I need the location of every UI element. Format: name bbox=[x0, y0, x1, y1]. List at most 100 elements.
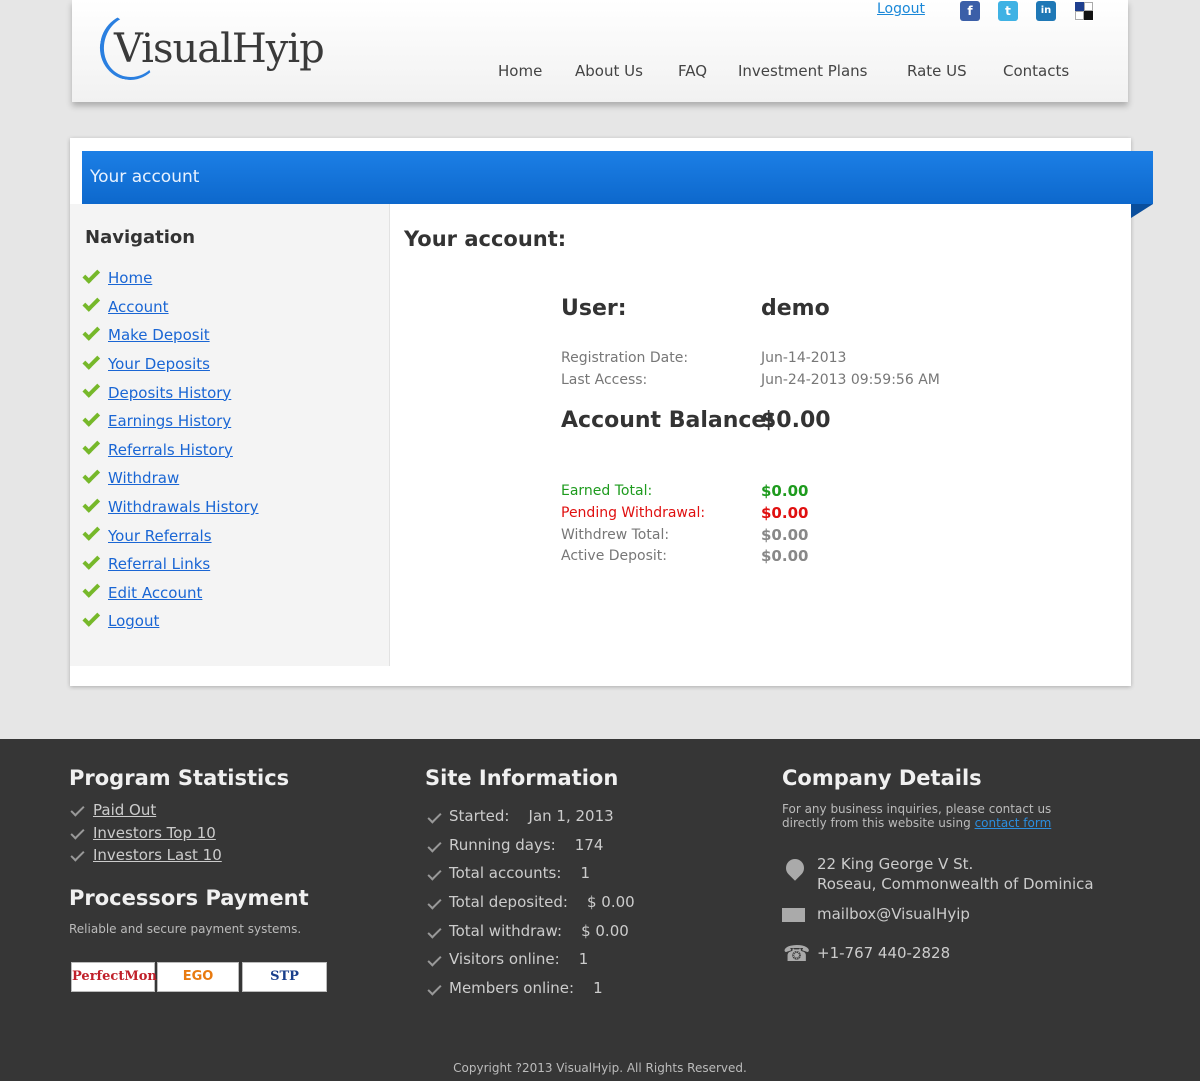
check-icon bbox=[82, 437, 101, 456]
sidebar: Navigation Home Account Make Deposit You… bbox=[70, 204, 390, 666]
site-info-started: Started: Jan 1, 2013 bbox=[449, 807, 614, 825]
nav-about-us[interactable]: About Us bbox=[575, 62, 643, 80]
investors-last-link[interactable]: Investors Last 10 bbox=[93, 846, 222, 864]
copyright: Copyright ?2013 VisualHyip. All Rights R… bbox=[453, 1061, 747, 1075]
user-value: demo bbox=[761, 296, 830, 321]
company-text-line2-text: directly from this website using bbox=[782, 816, 971, 830]
sidebar-item-logout[interactable]: Logout bbox=[82, 607, 259, 636]
active-deposit-value: $0.00 bbox=[761, 547, 809, 565]
facebook-icon[interactable]: f bbox=[960, 1, 980, 21]
check-icon bbox=[427, 924, 442, 939]
sidebar-item-deposits-history[interactable]: Deposits History bbox=[82, 378, 259, 407]
check-icon bbox=[70, 825, 85, 840]
company-text-line1: For any business inquiries, please conta… bbox=[782, 802, 1052, 816]
check-icon bbox=[82, 551, 101, 570]
user-label: User: bbox=[561, 296, 627, 321]
site-info-visitors-online: Visitors online: 1 bbox=[449, 950, 589, 968]
sidebar-item-your-deposits[interactable]: Your Deposits bbox=[82, 350, 259, 379]
sidebar-title: Navigation bbox=[85, 227, 196, 248]
sidebar-item-your-referrals[interactable]: Your Referrals bbox=[82, 521, 259, 550]
account-card: Your account Navigation Home Account Mak… bbox=[70, 138, 1153, 686]
check-icon bbox=[82, 380, 101, 398]
sidebar-link[interactable]: Withdrawals History bbox=[108, 498, 259, 516]
sidebar-link[interactable]: Withdraw bbox=[108, 469, 179, 487]
processors-payment-title: Processors Payment bbox=[69, 886, 309, 910]
check-icon bbox=[82, 265, 101, 284]
twitter-icon[interactable]: t bbox=[998, 1, 1018, 21]
nav-home[interactable]: Home bbox=[498, 62, 542, 80]
company-details-title: Company Details bbox=[782, 766, 982, 790]
check-icon bbox=[427, 866, 442, 881]
sidebar-link[interactable]: Logout bbox=[108, 612, 159, 630]
ribbon-fold bbox=[1131, 204, 1153, 218]
sidebar-item-home[interactable]: Home bbox=[82, 264, 259, 293]
email-text: mailbox@VisualHyip bbox=[817, 905, 970, 923]
sidebar-item-account[interactable]: Account bbox=[82, 293, 259, 322]
sidebar-link[interactable]: Referral Links bbox=[108, 555, 210, 573]
processors-text: Reliable and secure payment systems. bbox=[69, 922, 302, 936]
sidebar-item-withdrawals-history[interactable]: Withdrawals History bbox=[82, 493, 259, 522]
sidebar-link[interactable]: Your Referrals bbox=[108, 527, 212, 545]
site-information-title: Site Information bbox=[425, 766, 619, 790]
check-icon bbox=[427, 809, 442, 824]
nav-faq[interactable]: FAQ bbox=[678, 62, 707, 80]
sidebar-link[interactable]: Home bbox=[108, 269, 152, 287]
sidebar-link[interactable]: Referrals History bbox=[108, 441, 233, 459]
sidebar-list: Home Account Make Deposit Your Deposits … bbox=[82, 264, 259, 636]
sidebar-link[interactable]: Deposits History bbox=[108, 384, 231, 402]
sidebar-link[interactable]: Your Deposits bbox=[108, 355, 210, 373]
nav-contacts[interactable]: Contacts bbox=[1003, 62, 1069, 80]
site-info-total-accounts: Total accounts: 1 bbox=[449, 864, 591, 882]
check-icon bbox=[427, 895, 442, 910]
active-deposit-label: Active Deposit: bbox=[561, 548, 667, 564]
check-icon bbox=[82, 323, 101, 341]
sidebar-link[interactable]: Account bbox=[108, 298, 169, 316]
page-title-ribbon: Your account bbox=[82, 151, 1153, 204]
main-nav: Home About Us FAQ Investment Plans Rate … bbox=[72, 62, 1128, 82]
site-info-total-withdraw: Total withdraw: $ 0.00 bbox=[449, 922, 629, 940]
pending-withdrawal-value: $0.00 bbox=[761, 504, 809, 522]
check-icon bbox=[70, 847, 85, 862]
withdrew-total-label: Withdrew Total: bbox=[561, 527, 670, 543]
account-balance-value: $0.00 bbox=[761, 408, 831, 433]
sidebar-link[interactable]: Make Deposit bbox=[108, 326, 210, 344]
linkedin-icon[interactable]: in bbox=[1036, 1, 1056, 21]
check-icon bbox=[427, 952, 442, 967]
paid-out-link[interactable]: Paid Out bbox=[93, 801, 156, 819]
phone-text: +1-767 440-2828 bbox=[817, 944, 951, 962]
sidebar-item-make-deposit[interactable]: Make Deposit bbox=[82, 321, 259, 350]
investors-top-link[interactable]: Investors Top 10 bbox=[93, 824, 216, 842]
last-access-label: Last Access: bbox=[561, 372, 648, 388]
account-balance-label: Account Balance: bbox=[561, 408, 776, 433]
ego-logo[interactable]: EGO bbox=[157, 962, 239, 992]
mail-icon bbox=[782, 908, 805, 922]
solid-trust-pay-logo[interactable]: STP bbox=[242, 962, 327, 992]
sidebar-item-withdraw[interactable]: Withdraw bbox=[82, 464, 259, 493]
nav-investment-plans[interactable]: Investment Plans bbox=[738, 62, 867, 80]
check-icon bbox=[82, 351, 101, 370]
site-footer: Program Statistics Paid Out Investors To… bbox=[0, 739, 1200, 1081]
nav-rate-us[interactable]: Rate US bbox=[907, 62, 967, 80]
location-pin-icon bbox=[782, 855, 808, 881]
perfect-money-logo[interactable]: PerfectMoney bbox=[71, 962, 173, 992]
sidebar-item-edit-account[interactable]: Edit Account bbox=[82, 579, 259, 608]
sidebar-item-referrals-history[interactable]: Referrals History bbox=[82, 436, 259, 465]
check-icon bbox=[427, 981, 442, 996]
delicious-icon[interactable] bbox=[1074, 1, 1094, 21]
sidebar-link[interactable]: Earnings History bbox=[108, 412, 231, 430]
site-info-total-deposited: Total deposited: $ 0.00 bbox=[449, 893, 635, 911]
pending-withdrawal-label: Pending Withdrawal: bbox=[561, 505, 706, 521]
earned-total-label: Earned Total: bbox=[561, 483, 653, 499]
contact-form-link[interactable]: contact form bbox=[975, 816, 1052, 830]
sidebar-link[interactable]: Edit Account bbox=[108, 584, 202, 602]
content-heading: Your account: bbox=[404, 227, 567, 251]
registration-date-label: Registration Date: bbox=[561, 350, 689, 366]
phone-icon: ☎ bbox=[783, 942, 811, 967]
registration-date-value: Jun-14-2013 bbox=[761, 350, 847, 366]
sidebar-item-referral-links[interactable]: Referral Links bbox=[82, 550, 259, 579]
header-logout-link[interactable]: Logout bbox=[877, 1, 925, 17]
check-icon bbox=[82, 466, 101, 484]
check-icon bbox=[82, 523, 101, 541]
check-icon bbox=[82, 494, 101, 513]
sidebar-item-earnings-history[interactable]: Earnings History bbox=[82, 407, 259, 436]
